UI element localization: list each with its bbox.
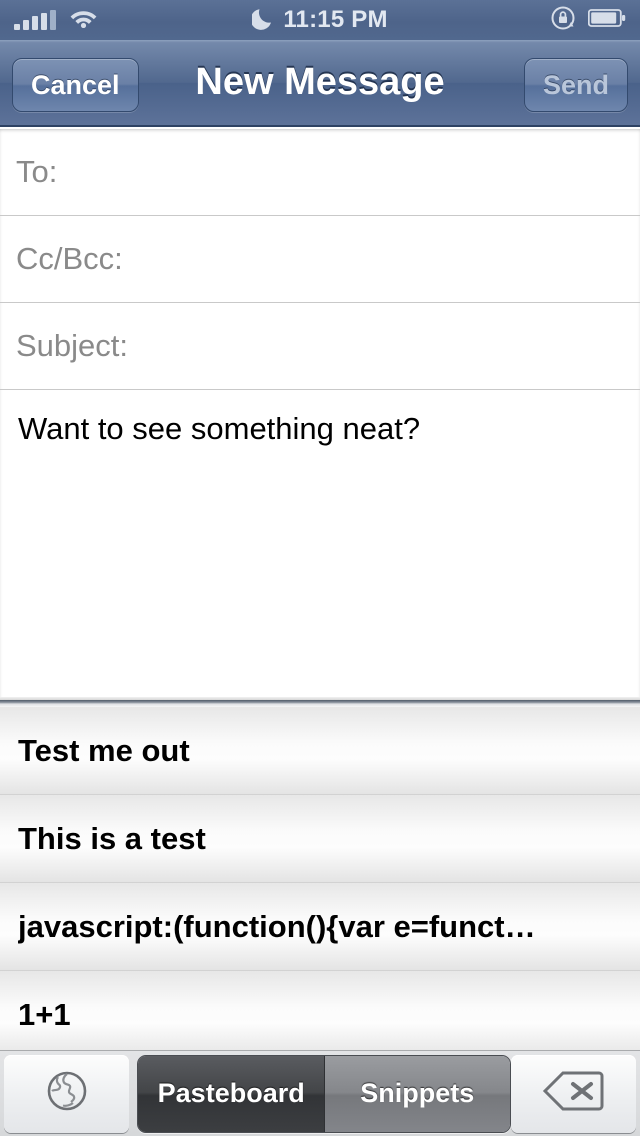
compose-area: To: Cc/Bcc: Subject: Want to see somethi… xyxy=(0,129,640,701)
list-item-label: Test me out xyxy=(18,732,190,768)
status-bar-clock: 11:15 PM xyxy=(283,6,388,33)
moon-icon xyxy=(250,6,274,35)
subject-field-label: Subject: xyxy=(16,328,129,363)
message-body-input[interactable]: Want to see something neat? xyxy=(0,390,640,449)
segment-snippets[interactable]: Snippets xyxy=(324,1055,510,1132)
page-title: New Message xyxy=(195,61,445,103)
list-item-label: This is a test xyxy=(18,820,206,856)
backspace-delete-icon xyxy=(542,1069,604,1118)
navigation-bar: Cancel New Message Send xyxy=(0,40,640,127)
list-item[interactable]: 1+1 xyxy=(0,971,640,1050)
list-divider xyxy=(0,697,640,707)
globe-icon xyxy=(43,1067,91,1120)
status-bar: 11:15 PM xyxy=(0,0,640,40)
iphone-screen: 11:15 PM Cancel New Message Send To: Cc/… xyxy=(0,0,640,1136)
battery-icon xyxy=(587,8,626,33)
status-bar-right-group xyxy=(550,5,626,36)
signal-bars-icon xyxy=(14,9,56,30)
status-bar-left-group xyxy=(14,8,97,33)
cc-bcc-field-row[interactable]: Cc/Bcc: xyxy=(0,216,640,303)
pasteboard-list[interactable]: Test me out This is a test javascript:(f… xyxy=(0,707,640,1050)
wifi-icon xyxy=(70,8,97,33)
to-field-row[interactable]: To: xyxy=(0,129,640,216)
rotation-lock-icon xyxy=(550,5,576,36)
keyboard-toolbar: Pasteboard Snippets xyxy=(0,1050,640,1136)
subject-field-row[interactable]: Subject: xyxy=(0,303,640,390)
list-item[interactable]: This is a test xyxy=(0,795,640,883)
mode-segmented-control[interactable]: Pasteboard Snippets xyxy=(137,1054,511,1133)
message-body-text: Want to see something neat? xyxy=(18,411,421,446)
segment-pasteboard[interactable]: Pasteboard xyxy=(138,1055,324,1132)
list-item[interactable]: javascript:(function(){var e=funct… xyxy=(0,883,640,971)
to-field-label: To: xyxy=(16,154,58,189)
list-item-label: javascript:(function(){var e=funct… xyxy=(18,908,536,944)
globe-key-button[interactable] xyxy=(4,1054,130,1133)
cc-bcc-field-label: Cc/Bcc: xyxy=(16,241,123,276)
cancel-button[interactable]: Cancel xyxy=(12,58,139,112)
delete-key-button[interactable] xyxy=(510,1054,636,1133)
list-item[interactable]: Test me out xyxy=(0,707,640,795)
send-button[interactable]: Send xyxy=(523,58,628,112)
list-item-label: 1+1 xyxy=(18,996,71,1032)
